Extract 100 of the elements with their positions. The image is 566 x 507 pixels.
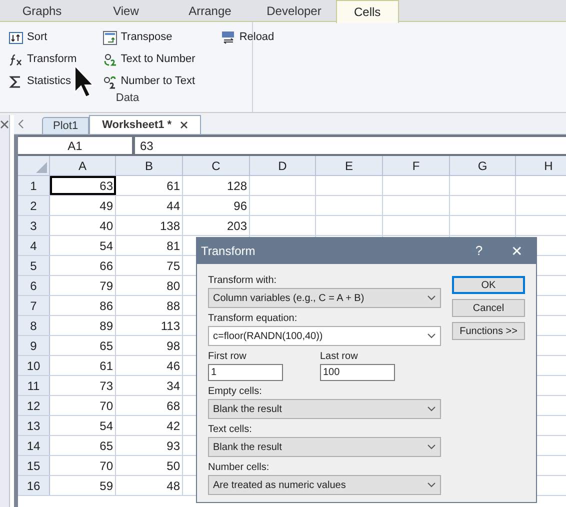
ribbon-tab[interactable]: Developer <box>252 0 336 22</box>
close-icon[interactable] <box>0 120 9 129</box>
table-cell-text: 93 <box>166 438 180 454</box>
column-header[interactable]: D <box>250 156 316 175</box>
table-cell-text: 63 <box>100 178 113 194</box>
column-header[interactable]: F <box>383 156 450 175</box>
document-tab[interactable]: Worksheet1 * <box>89 115 201 134</box>
table-cell-text: 138 <box>160 218 180 234</box>
ribbon-tab[interactable]: Graphs <box>0 0 84 22</box>
table-cell-text: 98 <box>166 338 180 354</box>
field-label: Last row <box>320 350 359 364</box>
row-header[interactable]: 3 <box>18 216 50 235</box>
close-button[interactable]: ✕ <box>502 240 532 262</box>
ribbon-button[interactable]: Sort <box>3 29 83 46</box>
table-cell-text: 50 <box>166 458 180 474</box>
table-cell-text: 128 <box>226 178 247 194</box>
row-header[interactable]: 14 <box>18 436 50 455</box>
mouse-pointer-icon <box>74 65 94 99</box>
text-to-number-icon <box>102 52 117 66</box>
function-icon <box>9 52 23 66</box>
row-header[interactable]: 6 <box>18 276 50 295</box>
table-cell-text: 88 <box>166 298 180 314</box>
equation-combo-box[interactable]: c=floor(RANDN(100,40)) <box>208 326 441 346</box>
row-header[interactable]: 4 <box>18 236 50 255</box>
column-header[interactable]: B <box>116 156 183 175</box>
table-cell-text: 61 <box>100 358 113 374</box>
table-cell-text: 203 <box>226 218 247 234</box>
row-header[interactable]: 5 <box>18 256 50 275</box>
table-cell-text: 54 <box>100 418 113 434</box>
row-header[interactable]: 2 <box>18 196 50 215</box>
dialog-button[interactable]: Cancel <box>452 299 525 317</box>
field-label: First row <box>208 350 248 364</box>
scroll-left-icon[interactable] <box>17 119 25 129</box>
reload-icon <box>221 30 236 44</box>
chevron-down-icon <box>427 333 436 339</box>
corner-triangle-icon <box>36 162 47 173</box>
group-label: Data <box>116 91 140 106</box>
dropdown[interactable]: Column variables (e.g., C = A + B) <box>208 288 441 308</box>
table-cell-text: 54 <box>100 238 113 254</box>
row-header[interactable]: 16 <box>18 476 50 495</box>
ribbon-button[interactable]: Text to Number <box>96 51 202 68</box>
field-label: Empty cells: <box>208 385 263 399</box>
ribbon-tab[interactable]: Cells <box>336 0 399 23</box>
ribbon-tab[interactable]: View <box>84 0 168 22</box>
table-cell-text: 79 <box>100 278 113 294</box>
table-cell-text: 61 <box>166 178 180 194</box>
chevron-down-icon <box>427 444 436 450</box>
ribbon-button[interactable]: Transform <box>3 51 83 68</box>
column-header[interactable]: A <box>50 156 116 175</box>
table-cell-text: 65 <box>100 338 113 354</box>
table-cell-text: 65 <box>100 438 113 454</box>
table-cell-text: 113 <box>160 318 180 334</box>
table-cell-text: 48 <box>166 478 180 494</box>
dialog-title: Transform <box>200 243 256 260</box>
document-tab[interactable]: Plot1 <box>42 117 90 134</box>
chevron-down-icon <box>427 482 436 488</box>
row-header[interactable]: 13 <box>18 416 50 435</box>
input-field[interactable]: 100 <box>320 364 395 381</box>
dialog-button[interactable]: OK <box>452 276 525 294</box>
dialog-button[interactable]: Functions >> <box>452 322 525 340</box>
row-header[interactable]: 12 <box>18 396 50 415</box>
table-cell-text: 40 <box>100 218 113 234</box>
row-header[interactable]: 15 <box>18 456 50 475</box>
dropdown[interactable]: Blank the result <box>208 437 441 457</box>
ribbon-button[interactable]: Transpose <box>96 29 202 46</box>
table-cell-text: 68 <box>166 398 180 414</box>
table-cell-text: 96 <box>234 198 247 214</box>
input-field[interactable]: 1 <box>208 364 283 381</box>
table-cell-text: 73 <box>100 378 113 394</box>
dropdown[interactable]: Blank the result <box>208 399 441 419</box>
ribbon-button[interactable]: Number to Text <box>96 73 202 90</box>
sigma-icon <box>9 74 23 88</box>
table-cell-text: 44 <box>166 198 180 214</box>
table-cell-text: 66 <box>100 258 113 274</box>
row-header[interactable]: 1 <box>18 176 50 195</box>
table-cell-text: 81 <box>166 238 180 254</box>
ribbon-button[interactable]: Reload <box>215 29 280 46</box>
formula-field[interactable]: 63 <box>135 137 566 154</box>
sort-icon <box>9 30 23 44</box>
row-header[interactable]: 10 <box>18 356 50 375</box>
help-button[interactable]: ? <box>464 241 494 261</box>
table-cell-text: 49 <box>100 198 113 214</box>
close-tab-icon[interactable] <box>180 121 188 129</box>
field-label: Transform equation: <box>208 312 298 326</box>
column-header[interactable]: H <box>516 156 566 175</box>
row-header[interactable]: 8 <box>18 316 50 335</box>
table-cell-text: 59 <box>100 478 113 494</box>
row-header[interactable]: 7 <box>18 296 50 315</box>
column-header[interactable]: E <box>316 156 383 175</box>
dropdown[interactable]: Are treated as numeric values <box>208 475 441 495</box>
number-to-text-icon <box>102 74 117 88</box>
table-cell-text: 86 <box>100 298 113 314</box>
ribbon-tab[interactable]: Arrange <box>168 0 252 22</box>
table-cell-text: 75 <box>166 258 180 274</box>
row-header[interactable]: 9 <box>18 336 50 355</box>
column-header[interactable]: C <box>183 156 250 175</box>
row-header[interactable]: 11 <box>18 376 50 395</box>
field-label: Transform with: <box>208 274 278 288</box>
column-header[interactable]: G <box>450 156 516 175</box>
chevron-down-icon <box>427 295 436 301</box>
